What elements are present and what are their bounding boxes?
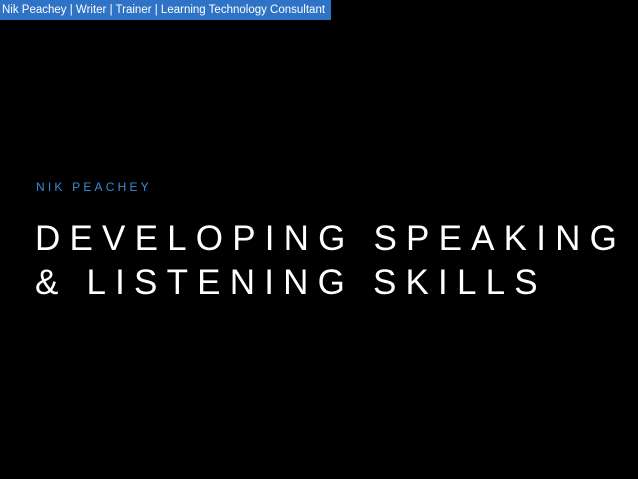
slide: Nik Peachey | Writer | Trainer | Learnin… — [0, 0, 638, 479]
slide-title: DEVELOPING SPEAKING & LISTENING SKILLS — [35, 217, 626, 305]
title-line-2: & LISTENING SKILLS — [35, 263, 547, 302]
author-name: NIK PEACHEY — [36, 180, 152, 194]
title-line-1: DEVELOPING SPEAKING — [35, 219, 627, 258]
author-banner: Nik Peachey | Writer | Trainer | Learnin… — [0, 0, 332, 20]
